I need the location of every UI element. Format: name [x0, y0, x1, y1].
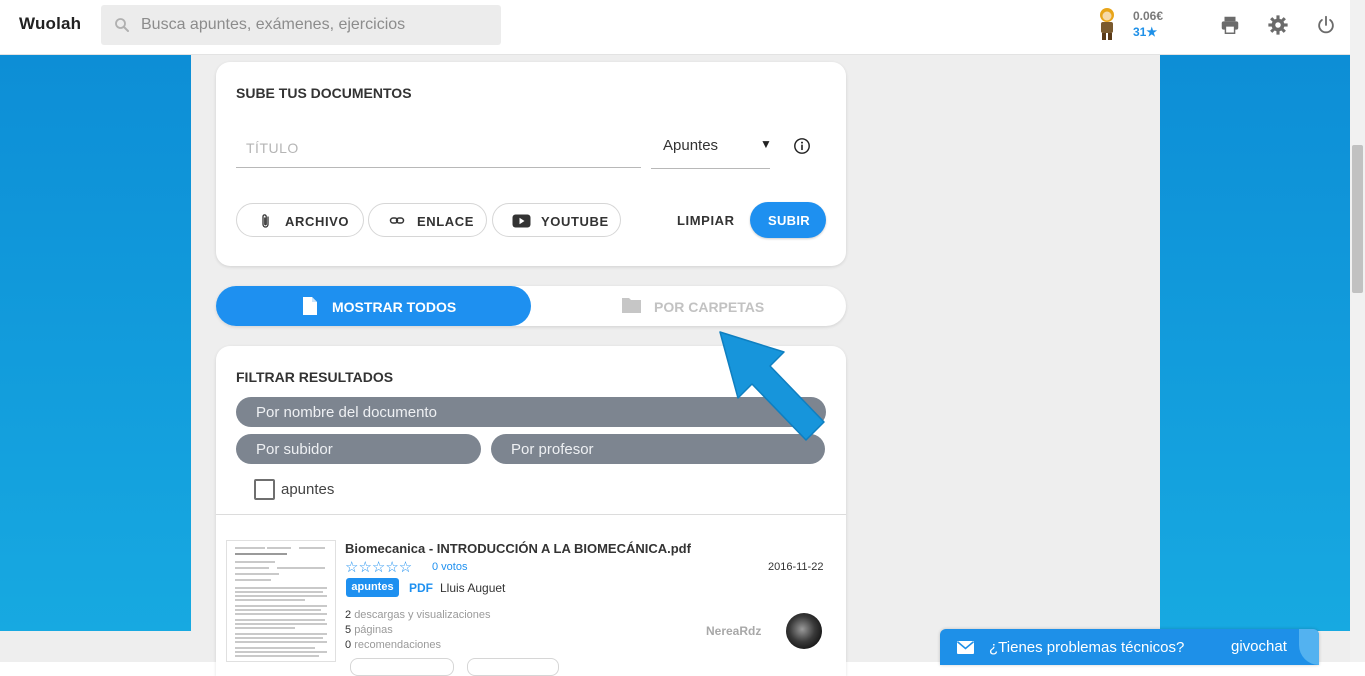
downloads-label: descargas y visualizaciones	[354, 609, 491, 621]
tab-mostrar-todos-label: MOSTRAR TODOS	[332, 299, 457, 315]
thumbnail-line	[235, 655, 319, 657]
filter-document-name-input[interactable]	[236, 397, 826, 427]
downloads-stat: 2 descargas y visualizaciones	[345, 609, 491, 621]
title-input[interactable]	[236, 128, 641, 168]
thumbnail-line	[235, 595, 327, 597]
recommendations-label: recomendaciones	[354, 639, 442, 651]
downloads-count: 2	[345, 609, 352, 621]
logo[interactable]: Wuolah	[19, 14, 81, 34]
folder-icon	[622, 298, 641, 313]
uploader-name[interactable]: NereaRdz	[706, 624, 761, 638]
support-chat-widget[interactable]: ¿Tienes problemas técnicos? givochat	[940, 629, 1319, 665]
thumbnail-line	[235, 627, 295, 629]
document-icon	[303, 297, 317, 315]
thumbnail-line	[235, 591, 323, 593]
thumbnail-line	[235, 633, 327, 635]
thumbnail-line	[235, 605, 327, 607]
thumbnail-line	[235, 641, 327, 643]
tab-por-carpetas-label: POR CARPETAS	[654, 299, 765, 315]
thumbnail-line	[235, 573, 279, 575]
archivo-button[interactable]: ARCHIVO	[236, 203, 364, 237]
document-title[interactable]: Biomecanica - INTRODUCCIÓN A LA BIOMECÁN…	[345, 541, 691, 556]
youtube-button[interactable]: YOUTUBE	[492, 203, 621, 237]
thumbnail-line	[235, 553, 287, 555]
thumbnail-line	[235, 623, 327, 625]
format-label: PDF	[409, 581, 433, 595]
scrollbar-thumb[interactable]	[1352, 145, 1363, 293]
left-banner	[0, 55, 191, 631]
mail-icon	[957, 641, 974, 654]
pages-count: 5	[345, 624, 352, 636]
archivo-label: ARCHIVO	[285, 214, 350, 229]
print-icon[interactable]	[1219, 14, 1241, 36]
thumbnail-line	[277, 567, 325, 569]
power-icon[interactable]	[1315, 14, 1337, 36]
gear-icon[interactable]	[1267, 14, 1289, 36]
upload-title: SUBE TUS DOCUMENTOS	[236, 85, 412, 101]
stars-count: 31★	[1133, 25, 1158, 39]
thumbnail-line	[235, 613, 327, 615]
right-banner	[1160, 55, 1350, 631]
pages-stat: 5 páginas	[345, 624, 393, 636]
tab-mostrar-todos[interactable]: MOSTRAR TODOS	[216, 286, 531, 326]
pages-label: páginas	[354, 624, 393, 636]
link-icon	[389, 217, 405, 224]
youtube-icon	[512, 214, 531, 228]
balance-text: 0.06€	[1133, 9, 1164, 23]
document-action-button[interactable]	[467, 658, 559, 676]
subir-button[interactable]: SUBIR	[750, 202, 826, 238]
scrollbar[interactable]	[1350, 0, 1365, 662]
chat-brand: givochat	[1231, 638, 1287, 655]
youtube-label: YOUTUBE	[541, 214, 609, 229]
dropdown-arrow-icon: ▼	[760, 137, 772, 151]
filter-title: FILTRAR RESULTADOS	[236, 369, 394, 385]
search-box[interactable]	[101, 5, 501, 45]
rating-stars[interactable]: ☆☆☆☆☆	[345, 558, 412, 576]
chat-corner	[1299, 629, 1319, 665]
apuntes-checkbox-label[interactable]: apuntes	[281, 481, 334, 498]
recommendations-count: 0	[345, 639, 352, 651]
search-icon	[115, 18, 129, 32]
thumbnail-line	[235, 637, 323, 639]
thumbnail-line	[235, 561, 275, 563]
paperclip-icon	[262, 214, 269, 228]
thumbnail-line	[235, 599, 305, 601]
filter-teacher-input[interactable]	[491, 434, 825, 464]
limpiar-label: LIMPIAR	[677, 213, 735, 228]
votes-count: 0 votos	[432, 561, 468, 573]
subir-label: SUBIR	[768, 213, 810, 228]
info-icon[interactable]	[793, 137, 811, 155]
thumbnail-line	[235, 579, 271, 581]
apuntes-checkbox[interactable]	[254, 479, 275, 500]
thumbnail-line	[235, 587, 327, 589]
uploader-avatar[interactable]	[786, 613, 822, 649]
type-badge: apuntes	[346, 578, 399, 597]
document-thumbnail[interactable]	[226, 540, 336, 662]
document-action-button[interactable]	[350, 658, 454, 676]
top-bar: Wuolah 0.06€ 31★	[0, 0, 1350, 55]
thumbnail-line	[235, 609, 321, 611]
recommendations-stat: 0 recomendaciones	[345, 639, 441, 651]
teacher-name[interactable]: Lluis Auguet	[440, 581, 505, 595]
filter-uploader-input[interactable]	[236, 434, 481, 464]
chat-prompt-text: ¿Tienes problemas técnicos?	[989, 639, 1185, 656]
thumbnail-line	[235, 567, 269, 569]
thumbnail-line	[235, 651, 327, 653]
thumbnail-line	[299, 547, 325, 549]
enlace-label: ENLACE	[417, 214, 475, 229]
document-type-value: Apuntes	[663, 137, 719, 154]
thumbnail-line	[267, 547, 291, 549]
user-avatar-icon[interactable]	[1093, 6, 1121, 42]
thumbnail-line	[235, 647, 315, 649]
tab-por-carpetas[interactable]: POR CARPETAS	[531, 286, 846, 326]
search-input[interactable]	[141, 5, 491, 45]
thumbnail-line	[235, 619, 325, 621]
document-date: 2016-11-22	[768, 561, 824, 573]
thumbnail-line	[235, 547, 265, 549]
document-type-select[interactable]: Apuntes ▼	[651, 128, 772, 169]
limpiar-button[interactable]: LIMPIAR	[670, 203, 740, 237]
enlace-button[interactable]: ENLACE	[368, 203, 487, 237]
bottom-strip-left	[0, 631, 191, 662]
